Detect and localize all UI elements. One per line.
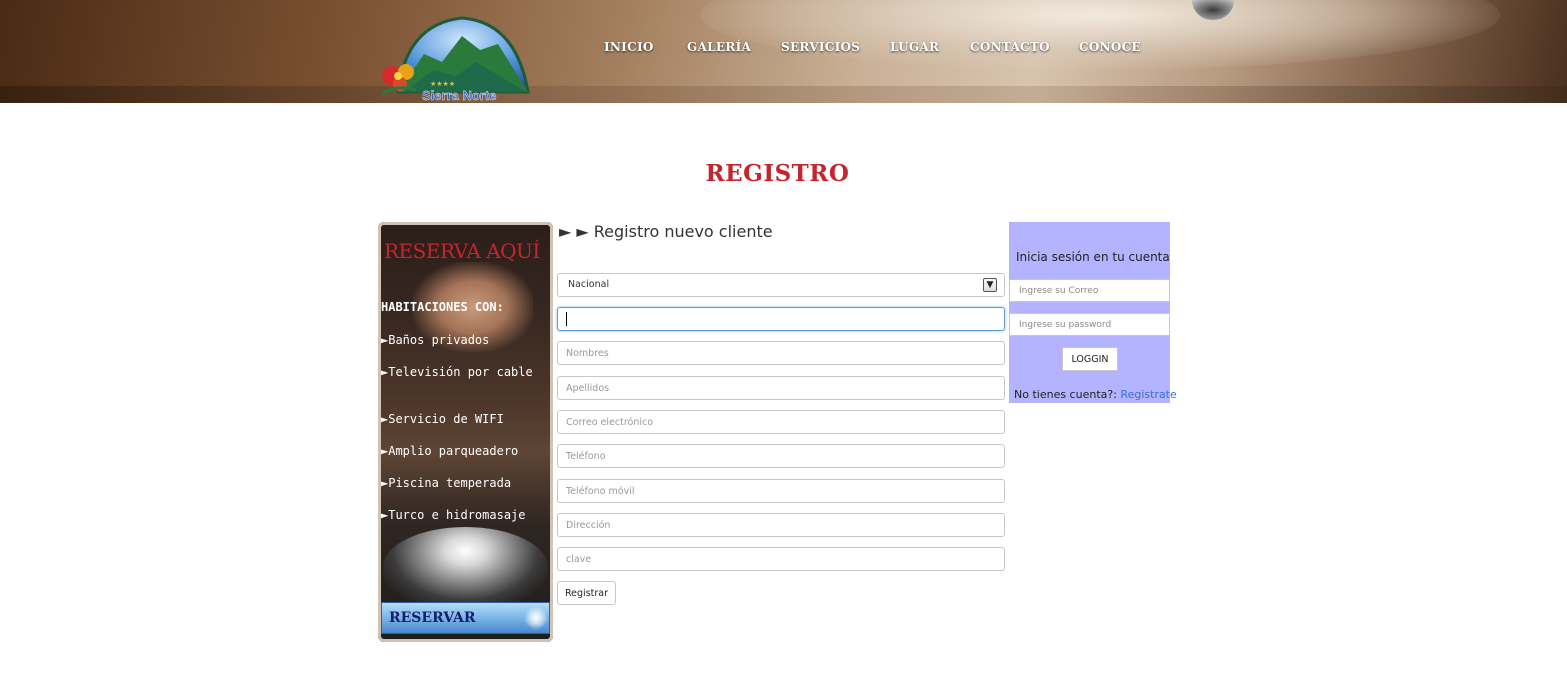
- header-banner: ★★★★ Sierra Norte INICIO GALERÍA SERVICI…: [0, 0, 1567, 103]
- ceiling-light: [700, 0, 1500, 70]
- nav-conoce[interactable]: CONOCE: [1079, 40, 1141, 54]
- registrar-button[interactable]: Registrar: [557, 581, 616, 605]
- apellidos-field[interactable]: [557, 376, 1005, 400]
- login-button[interactable]: LOGGIN: [1062, 347, 1118, 371]
- promo-frame: [378, 222, 553, 642]
- login-email-field[interactable]: [1009, 279, 1170, 302]
- reservation-promo: RESERVA AQUÍ HABITACIONES CON: ►Baños pr…: [378, 222, 553, 642]
- direccion-field[interactable]: [557, 513, 1005, 537]
- email-field[interactable]: [557, 410, 1005, 434]
- register-link[interactable]: Registrate: [1120, 388, 1176, 401]
- nav-servicios[interactable]: SERVICIOS: [781, 40, 860, 54]
- login-title: Inicia sesión en tu cuenta: [1016, 250, 1170, 264]
- movil-field[interactable]: [557, 479, 1005, 503]
- logo-stars: ★★★★: [430, 80, 455, 88]
- nav-inicio[interactable]: INICIO: [604, 40, 654, 54]
- sierra-norte-logo[interactable]: ★★★★ Sierra Norte: [376, 14, 536, 103]
- login-panel: Inicia sesión en tu cuenta LOGGIN No tie…: [1009, 222, 1177, 403]
- logo-text: Sierra Norte: [422, 88, 496, 103]
- nationality-select[interactable]: Nacional ▼: [557, 273, 1005, 297]
- text-caret: [566, 312, 567, 326]
- telefono-field[interactable]: [557, 444, 1005, 468]
- chevron-down-icon[interactable]: ▼: [983, 278, 997, 292]
- select-value: Nacional: [568, 279, 610, 290]
- login-password-field[interactable]: [1009, 313, 1170, 336]
- page-title: REGISTRO: [705, 160, 850, 187]
- header-strip: [0, 86, 1567, 103]
- nav-lugar[interactable]: LUGAR: [890, 40, 939, 54]
- no-account-text: No tienes cuenta?: Registrate: [1014, 388, 1177, 401]
- id-number-field[interactable]: [557, 307, 1005, 331]
- nombres-field[interactable]: [557, 341, 1005, 365]
- nav-contacto[interactable]: CONTACTO: [970, 40, 1050, 54]
- nav-galeria[interactable]: GALERÍA: [687, 40, 751, 54]
- clave-field[interactable]: [557, 547, 1005, 571]
- register-heading: ► ► Registro nuevo cliente: [559, 222, 773, 241]
- no-account-label: No tienes cuenta?:: [1014, 388, 1121, 401]
